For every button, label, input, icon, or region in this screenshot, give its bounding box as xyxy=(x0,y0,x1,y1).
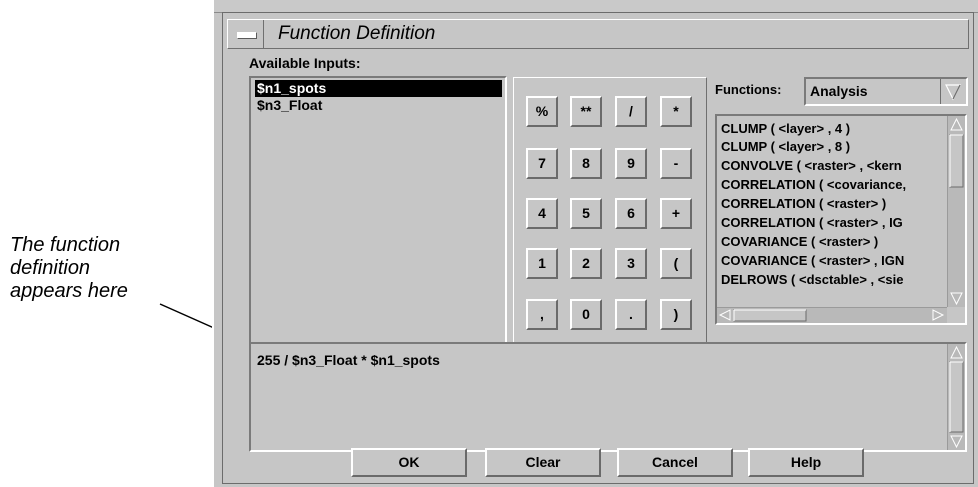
key-power[interactable]: ** xyxy=(570,96,602,127)
window-menu-icon xyxy=(237,32,257,39)
functions-label: Functions: xyxy=(715,82,782,97)
window-frame: Function Definition Available Inputs: $n… xyxy=(222,12,974,484)
functions-category-value: Analysis xyxy=(810,83,868,99)
key-6[interactable]: 6 xyxy=(615,198,647,229)
functions-list[interactable]: CLUMP ( <layer> , 4 ) CLUMP ( <layer> , … xyxy=(715,114,967,325)
key-percent[interactable]: % xyxy=(526,96,558,127)
list-item-n1-spots[interactable]: $n1_spots xyxy=(255,80,502,97)
key-8[interactable]: 8 xyxy=(570,148,602,179)
triangle-down-icon xyxy=(945,84,961,101)
help-button[interactable]: Help xyxy=(748,448,864,477)
key-period[interactable]: . xyxy=(615,299,647,330)
scrollbar-vertical-icon xyxy=(949,117,964,306)
ok-button[interactable]: OK xyxy=(351,448,467,477)
function-item[interactable]: CLUMP ( <layer> , 4 ) xyxy=(721,121,850,137)
function-definition-window: Function Definition Available Inputs: $n… xyxy=(212,0,978,487)
function-item[interactable]: COVARIANCE ( <raster> , IGN xyxy=(721,253,904,269)
clear-button[interactable]: Clear xyxy=(485,448,601,477)
key-open-paren[interactable]: ( xyxy=(660,248,692,279)
key-7[interactable]: 7 xyxy=(526,148,558,179)
cancel-button[interactable]: Cancel xyxy=(617,448,733,477)
key-divide[interactable]: / xyxy=(615,96,647,127)
functions-list-viewport: CLUMP ( <layer> , 4 ) CLUMP ( <layer> , … xyxy=(717,116,943,311)
editor-vertical-scrollbar[interactable] xyxy=(947,344,965,450)
function-item[interactable]: CORRELATION ( <raster> , IG xyxy=(721,215,903,231)
window-menu-button[interactable] xyxy=(228,20,264,48)
window-title: Function Definition xyxy=(278,23,436,44)
function-item[interactable]: DELROWS ( <dsctable> , <sie xyxy=(721,272,903,288)
expression-text[interactable]: 255 / $n3_Float * $n1_spots xyxy=(257,352,440,368)
function-item[interactable]: COVARIANCE ( <raster> ) xyxy=(721,234,878,250)
list-item-n3-float[interactable]: $n3_Float xyxy=(255,97,502,114)
scrollbar-horizontal-icon xyxy=(718,309,945,322)
key-minus[interactable]: - xyxy=(660,148,692,179)
operator-keypad: % ** / * 7 8 9 - 4 5 6 + 1 2 3 ( , 0 . ) xyxy=(513,77,707,357)
key-0[interactable]: 0 xyxy=(570,299,602,330)
functions-vertical-scrollbar[interactable] xyxy=(947,116,965,307)
key-comma[interactable]: , xyxy=(526,299,558,330)
function-item[interactable]: CORRELATION ( <raster> ) xyxy=(721,196,886,212)
key-3[interactable]: 3 xyxy=(615,248,647,279)
title-bar[interactable]: Function Definition xyxy=(227,19,969,49)
key-plus[interactable]: + xyxy=(660,198,692,229)
scrollbar-vertical-icon xyxy=(949,345,964,449)
key-multiply[interactable]: * xyxy=(660,96,692,127)
function-item[interactable]: CORRELATION ( <covariance, xyxy=(721,177,906,193)
functions-category-select[interactable]: Analysis xyxy=(804,77,968,106)
available-inputs-label: Available Inputs: xyxy=(249,55,361,71)
key-close-paren[interactable]: ) xyxy=(660,299,692,330)
key-5[interactable]: 5 xyxy=(570,198,602,229)
key-4[interactable]: 4 xyxy=(526,198,558,229)
key-1[interactable]: 1 xyxy=(526,248,558,279)
function-item[interactable]: CONVOLVE ( <raster> , <kern xyxy=(721,158,902,174)
key-9[interactable]: 9 xyxy=(615,148,647,179)
key-2[interactable]: 2 xyxy=(570,248,602,279)
dropdown-button[interactable] xyxy=(940,79,966,104)
function-item[interactable]: CLUMP ( <layer> , 8 ) xyxy=(721,139,850,155)
function-definition-editor[interactable]: 255 / $n3_Float * $n1_spots xyxy=(249,342,967,452)
functions-horizontal-scrollbar[interactable] xyxy=(717,307,947,323)
